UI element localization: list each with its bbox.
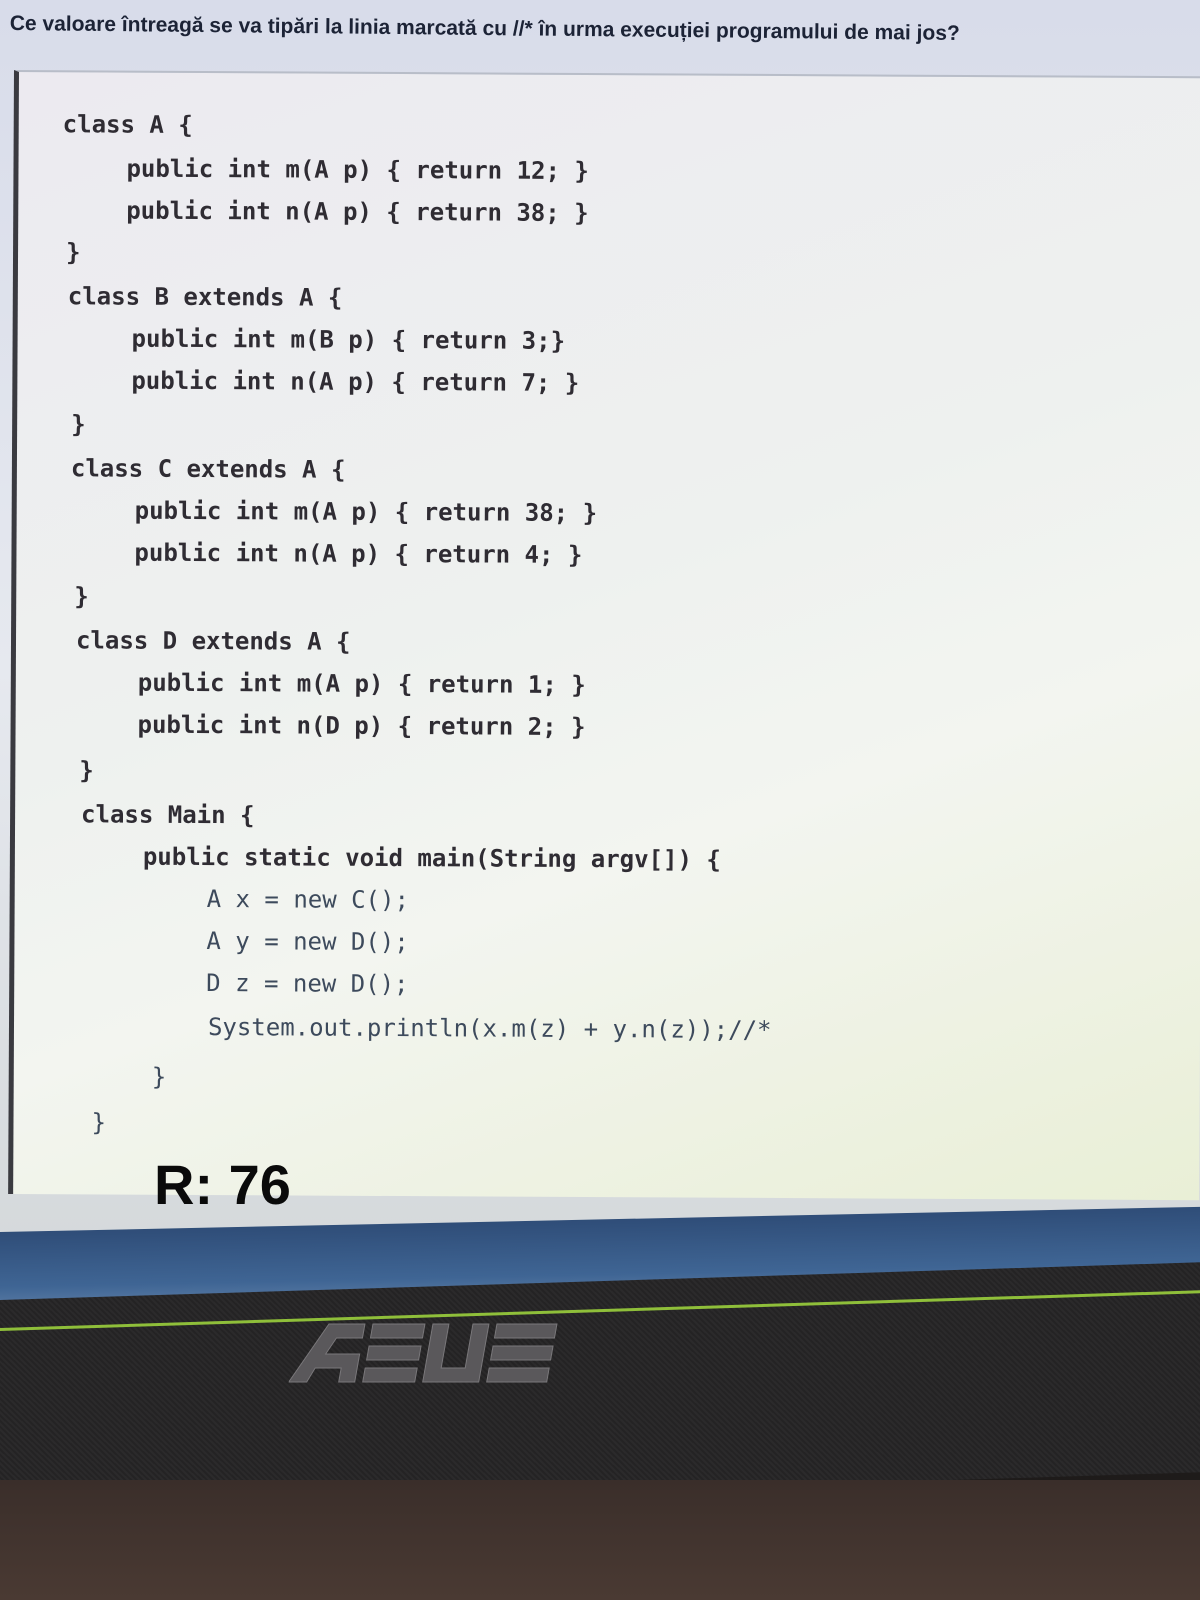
code-line: } bbox=[74, 582, 89, 611]
code-line: public int m(A p) { return 12; } bbox=[126, 154, 589, 186]
code-line: public int n(A p) { return 7; } bbox=[131, 366, 580, 397]
code-line: public int m(A p) { return 38; } bbox=[134, 496, 598, 528]
answer-label: R: 76 bbox=[154, 1153, 291, 1216]
code-line: class B extends A { bbox=[67, 282, 343, 312]
question-text: Ce valoare întreagă se va tipări la lini… bbox=[9, 11, 960, 45]
code-line: } bbox=[79, 756, 94, 785]
code-line: } bbox=[71, 410, 86, 439]
code-line: public int n(A p) { return 38; } bbox=[126, 196, 589, 228]
code-line: class D extends A { bbox=[75, 626, 351, 656]
code-line: public int n(D p) { return 2; } bbox=[137, 710, 586, 742]
code-block: class A { public int m(A p) { return 12;… bbox=[8, 70, 1200, 1201]
monitor-screen: Ce valoare întreagă se va tipări la lini… bbox=[0, 0, 1200, 1340]
code-line: public static void main(String argv[]) { bbox=[142, 842, 721, 874]
asus-logo bbox=[287, 1320, 559, 1384]
code-line: A x = new C(); bbox=[206, 885, 410, 915]
code-line: System.out.println(x.m(z) + y.n(z));//* bbox=[207, 1013, 772, 1044]
code-line: class A { bbox=[62, 110, 193, 139]
code-line: public int m(A p) { return 1; } bbox=[137, 668, 586, 700]
code-line: class C extends A { bbox=[70, 454, 346, 484]
code-line: public int m(B p) { return 3;} bbox=[131, 324, 566, 355]
code-line: A y = new D(); bbox=[206, 927, 409, 957]
code-line: public int n(A p) { return 4; } bbox=[134, 538, 583, 569]
desk-surface bbox=[0, 1480, 1200, 1600]
code-line: } bbox=[91, 1108, 107, 1137]
code-line: } bbox=[65, 238, 81, 267]
code-line: } bbox=[151, 1062, 167, 1091]
monitor-bezel bbox=[0, 1262, 1200, 1510]
code-line: class Main { bbox=[81, 800, 255, 830]
code-line: D z = new D(); bbox=[206, 969, 409, 999]
